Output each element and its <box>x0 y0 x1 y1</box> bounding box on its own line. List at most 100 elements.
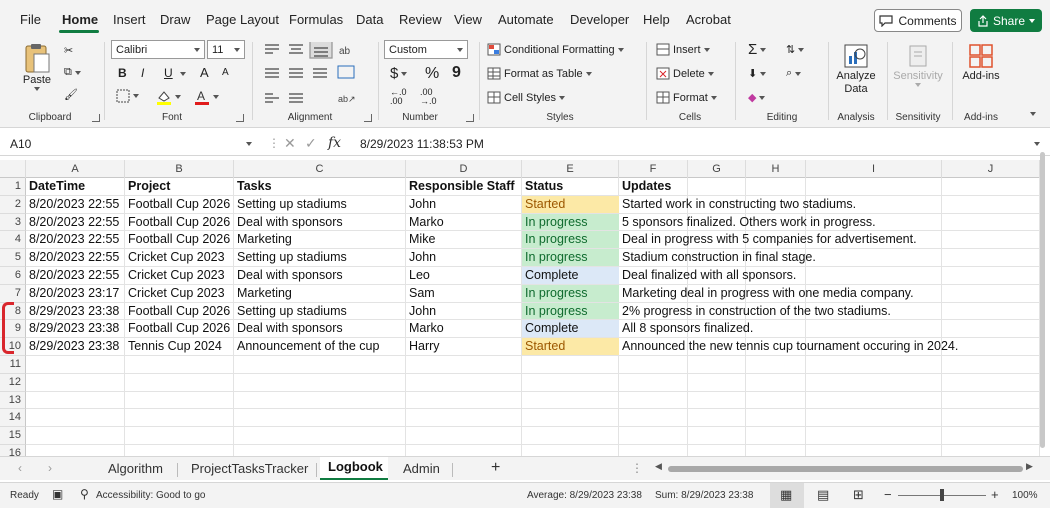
add-sheet-button[interactable]: + <box>491 459 500 477</box>
name-box[interactable]: A10 <box>0 134 262 154</box>
zoom-slider-thumb[interactable] <box>940 489 944 501</box>
cell-e15[interactable] <box>522 427 619 445</box>
row-header-2[interactable]: 2 <box>0 195 26 214</box>
cell-b14[interactable] <box>125 409 234 428</box>
table-cell[interactable]: Football Cup 2026 <box>125 320 234 339</box>
bold-button[interactable]: B <box>118 66 127 80</box>
ribbon-collapse-icon[interactable] <box>1030 112 1036 116</box>
cell-j11[interactable] <box>942 356 1040 374</box>
enter-icon[interactable]: ✓ <box>305 135 317 152</box>
table-cell[interactable]: Football Cup 2026 <box>125 231 234 250</box>
table-cell[interactable]: 8/20/2023 22:55 <box>26 231 125 250</box>
row-header-12[interactable]: 12 <box>0 373 26 392</box>
table-cell[interactable]: 8/20/2023 22:55 <box>26 214 125 232</box>
menu-formulas[interactable]: Formulas <box>289 12 343 27</box>
table-cell[interactable]: 8/20/2023 22:55 <box>26 249 125 267</box>
sensitivity-button[interactable]: Sensitivity <box>892 42 944 87</box>
select-all-corner[interactable] <box>0 160 26 178</box>
table-cell[interactable]: Announced the new tennis cup tournament … <box>619 338 1039 356</box>
table-cell[interactable]: Deal in progress with 5 companies for ad… <box>619 231 1039 250</box>
cell-i15[interactable] <box>806 427 942 445</box>
cell-h15[interactable] <box>746 427 806 445</box>
cell-e14[interactable] <box>522 409 619 428</box>
menu-data[interactable]: Data <box>356 12 383 27</box>
cell-f12[interactable] <box>619 373 688 392</box>
font-launcher-icon[interactable] <box>236 114 244 122</box>
underline-button[interactable]: U <box>164 66 173 80</box>
scroll-right-icon[interactable]: ▶ <box>1026 461 1033 472</box>
scroll-tabs-left-icon[interactable]: ‹ <box>18 461 22 475</box>
cell-h16[interactable] <box>746 445 806 456</box>
formula-input[interactable]: 8/29/2023 11:38:53 PM <box>360 137 484 151</box>
cell-h14[interactable] <box>746 409 806 428</box>
sheet-tab-projecttaskstracker[interactable]: ProjectTasksTracker <box>191 461 308 476</box>
cut-icon[interactable]: ✂ <box>64 44 73 57</box>
sheet-tab-admin[interactable]: Admin <box>403 461 440 476</box>
table-cell[interactable]: Marketing <box>234 231 406 250</box>
number-format-select[interactable]: Custom <box>384 40 468 59</box>
status-badge[interactable]: Complete <box>522 320 619 339</box>
alignment-launcher-icon[interactable] <box>364 114 372 122</box>
format-painter-icon[interactable]: 🖌 <box>64 88 78 101</box>
vertical-scrollbar[interactable] <box>1040 152 1045 448</box>
cell-c16[interactable] <box>234 445 406 456</box>
cell-a11[interactable] <box>26 356 125 374</box>
more-sheets-icon[interactable]: ⋮ <box>631 461 643 475</box>
cell-g12[interactable] <box>688 373 746 392</box>
row-header-4[interactable]: 4 <box>0 231 26 250</box>
accessibility-status[interactable]: Accessibility: Good to go <box>96 490 206 501</box>
cell-d12[interactable] <box>406 373 522 392</box>
column-header-i[interactable]: I <box>806 160 942 178</box>
analyze-data-button[interactable]: Analyze Data <box>834 42 878 96</box>
table-cell[interactable]: 8/29/2023 23:38 <box>26 320 125 339</box>
menu-view[interactable]: View <box>454 12 482 27</box>
scroll-tabs-right-icon[interactable]: › <box>48 461 52 475</box>
cell-f16[interactable] <box>619 445 688 456</box>
share-button[interactable]: Share <box>970 9 1042 32</box>
header-cell[interactable]: Updates <box>619 178 1039 196</box>
menu-help[interactable]: Help <box>643 12 670 27</box>
table-cell[interactable]: Setting up stadiums <box>234 303 406 321</box>
table-cell[interactable]: John <box>406 303 522 321</box>
menu-home[interactable]: Home <box>62 12 98 27</box>
table-cell[interactable]: 2% progress in construction of the two s… <box>619 303 1039 321</box>
table-cell[interactable]: Marketing deal in progress with one medi… <box>619 285 1039 303</box>
table-cell[interactable]: All 8 sponsors finalized. <box>619 320 1039 339</box>
worksheet-grid[interactable]: ABCDEFGHIJ 1 2 3 4 5 6 7 8 9 10 11 12 13 14 15 16 DateTi… <box>0 160 1040 456</box>
cell-i12[interactable] <box>806 373 942 392</box>
menu-acrobat[interactable]: Acrobat <box>686 12 731 27</box>
cell-j12[interactable] <box>942 373 1040 392</box>
table-cell[interactable]: 8/20/2023 22:55 <box>26 267 125 285</box>
insert-cells-button[interactable]: Insert <box>656 43 710 56</box>
sheet-tab-algorithm[interactable]: Algorithm <box>108 461 163 476</box>
row-header-13[interactable]: 13 <box>0 391 26 410</box>
cell-d13[interactable] <box>406 391 522 410</box>
comments-button[interactable]: Comments <box>874 9 962 32</box>
add-ins-button[interactable]: Add-ins <box>958 42 1004 83</box>
fill-down-icon[interactable]: ⬇ <box>748 67 767 80</box>
cell-j16[interactable] <box>942 445 1040 456</box>
row-header-1[interactable]: 1 <box>0 178 26 196</box>
table-cell[interactable]: Stadium construction in final stage. <box>619 249 1039 267</box>
clipboard-launcher-icon[interactable] <box>92 114 100 122</box>
page-break-view-icon[interactable]: ⊞ <box>853 487 864 503</box>
table-cell[interactable]: Football Cup 2026 <box>125 303 234 321</box>
table-cell[interactable]: Cricket Cup 2023 <box>125 285 234 303</box>
cell-h12[interactable] <box>746 373 806 392</box>
alignment-icons[interactable]: ab ab↗ <box>262 42 372 108</box>
sort-filter-icon[interactable]: ⇅ <box>786 43 805 56</box>
cell-i13[interactable] <box>806 391 942 410</box>
page-layout-view-icon[interactable]: ▤ <box>817 487 829 503</box>
cell-g13[interactable] <box>688 391 746 410</box>
status-badge[interactable]: Complete <box>522 267 619 285</box>
cell-c11[interactable] <box>234 356 406 374</box>
header-cell[interactable]: Project <box>125 178 234 196</box>
cell-a15[interactable] <box>26 427 125 445</box>
cell-a16[interactable] <box>26 445 125 456</box>
font-size-select[interactable]: 11 <box>207 40 245 59</box>
table-cell[interactable]: Tennis Cup 2024 <box>125 338 234 356</box>
cell-d16[interactable] <box>406 445 522 456</box>
sum-readout[interactable]: Sum: 8/29/2023 23:38 <box>655 490 753 501</box>
paste-button[interactable]: Paste <box>22 42 52 91</box>
cell-g16[interactable] <box>688 445 746 456</box>
